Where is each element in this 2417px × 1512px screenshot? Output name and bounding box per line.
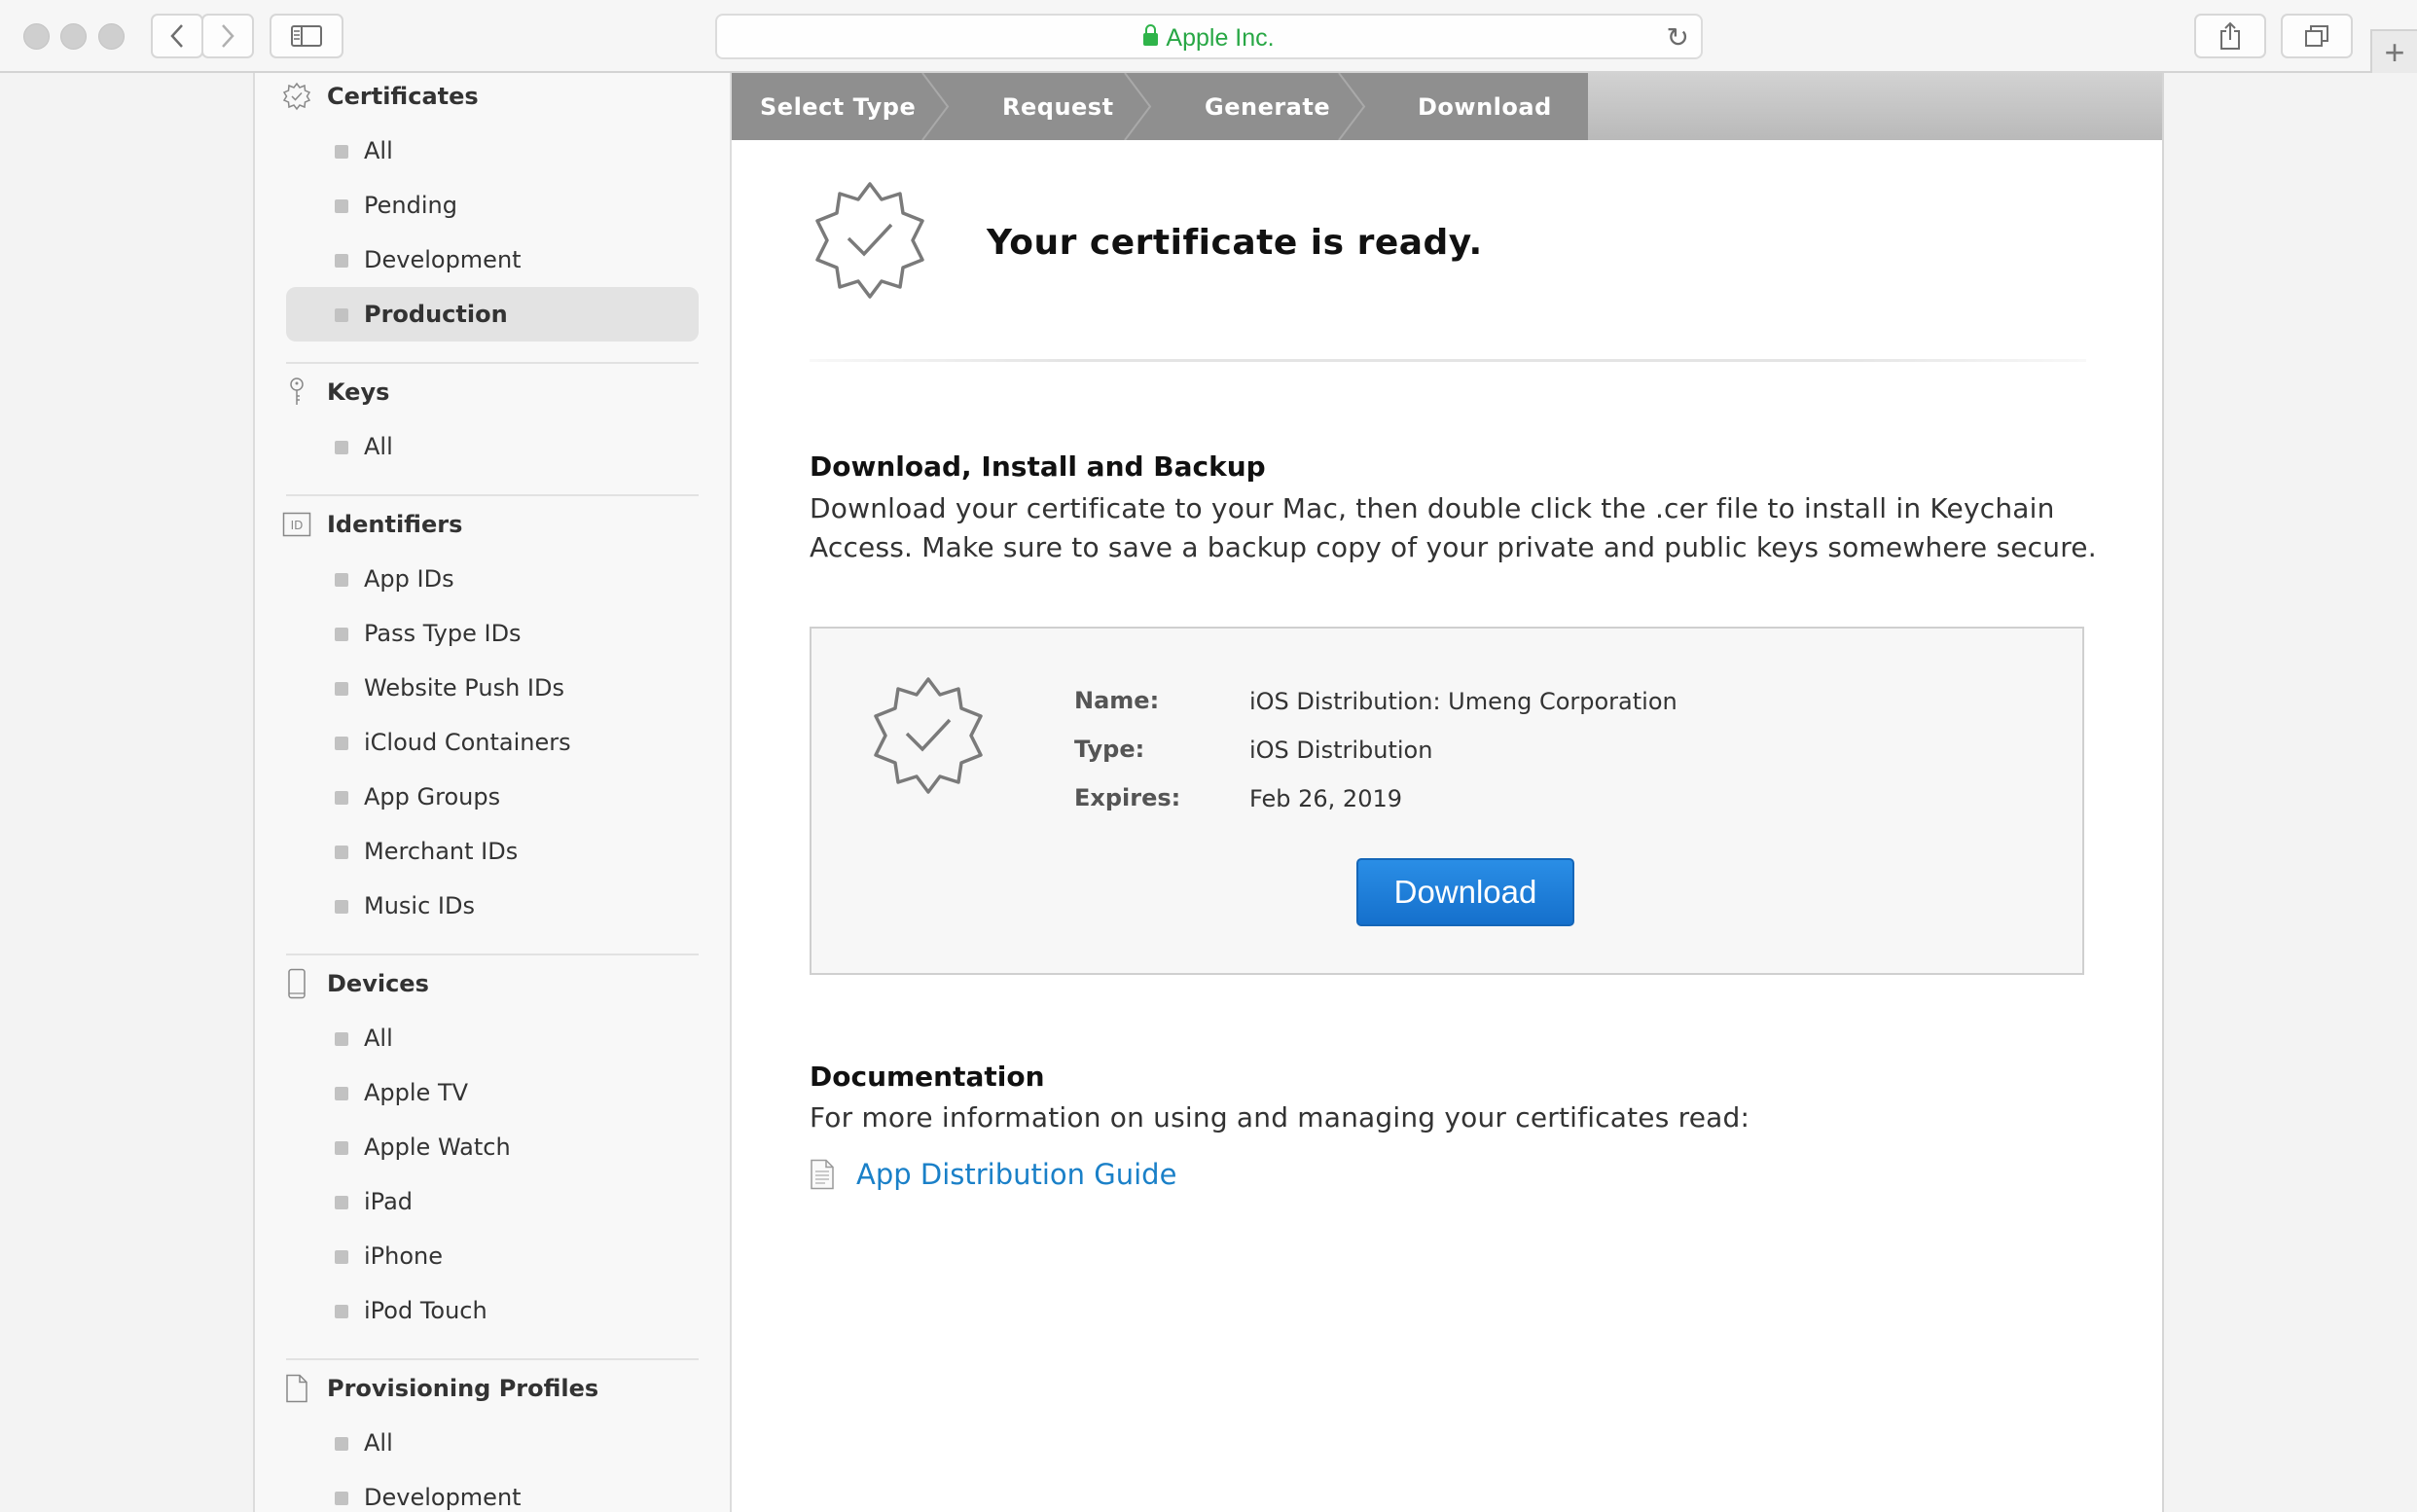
step-request: Request	[1002, 92, 1114, 121]
link-text: App Distribution Guide	[856, 1158, 1177, 1191]
tabs-icon	[2305, 25, 2328, 47]
section-keys[interactable]: Keys	[282, 373, 389, 412]
sidebar-item-keys-all[interactable]: All	[286, 419, 699, 474]
divider	[286, 954, 699, 955]
svg-text:ID: ID	[291, 519, 304, 532]
sidebar-item-ipad[interactable]: iPad	[286, 1174, 699, 1229]
page-title: Your certificate is ready.	[987, 223, 1483, 263]
type-value: iOS Distribution	[1249, 737, 1433, 764]
main-content: Select Type Request Generate Download Yo…	[732, 73, 2164, 1512]
sidebar-item-development[interactable]: Development	[286, 233, 699, 287]
divider	[810, 359, 2086, 362]
forward-button[interactable]	[201, 14, 254, 58]
certificate-badge-icon	[874, 677, 983, 794]
address-bar[interactable]: Apple Inc. ↻	[715, 14, 1703, 59]
sidebar-item-music-ids[interactable]: Music IDs	[286, 879, 699, 933]
section-title: Provisioning Profiles	[327, 1375, 599, 1402]
sidebar-item-devices-all[interactable]: All	[286, 1011, 699, 1065]
id-card-icon: ID	[282, 510, 311, 539]
sidebar-item-icloud-containers[interactable]: iCloud Containers	[286, 715, 699, 770]
app-distribution-guide-link[interactable]: App Distribution Guide	[810, 1158, 1176, 1191]
divider	[286, 362, 699, 364]
sidebar-item-pass-type-ids[interactable]: Pass Type IDs	[286, 606, 699, 661]
step-chevron-icon	[1338, 73, 1366, 140]
sidebar-icon	[291, 25, 322, 47]
document-icon	[811, 1159, 834, 1190]
new-tab-button[interactable]: +	[2370, 29, 2417, 73]
type-label: Type:	[1074, 736, 1145, 763]
section-title: Identifiers	[327, 511, 463, 538]
sidebar-item-app-ids[interactable]: App IDs	[286, 552, 699, 606]
expires-label: Expires:	[1074, 784, 1181, 811]
browser-toolbar: Apple Inc. ↻ +	[0, 0, 2417, 73]
chevron-right-icon	[222, 24, 234, 48]
chevron-left-icon	[170, 24, 183, 48]
close-window-button[interactable]	[23, 23, 50, 50]
sidebar-item-ipod-touch[interactable]: iPod Touch	[286, 1283, 699, 1338]
section-certificates[interactable]: Certificates	[282, 77, 479, 116]
section-provisioning-profiles[interactable]: Provisioning Profiles	[282, 1369, 598, 1408]
zoom-window-button[interactable]	[98, 23, 125, 50]
key-icon	[282, 378, 311, 407]
sidebar-item-pending[interactable]: Pending	[286, 178, 699, 233]
back-button[interactable]	[151, 14, 203, 58]
sidebar-item-production[interactable]: Production	[286, 287, 699, 342]
install-heading: Download, Install and Backup	[810, 450, 1266, 483]
share-button[interactable]	[2194, 14, 2266, 58]
phone-icon	[282, 968, 311, 999]
step-bar: Select Type Request Generate Download	[732, 73, 2162, 140]
expires-value: Feb 26, 2019	[1249, 785, 1402, 812]
name-label: Name:	[1074, 687, 1160, 714]
section-identifiers[interactable]: ID Identifiers	[282, 505, 462, 544]
sidebar: Certificates All Pending Development Pro…	[253, 73, 732, 1512]
download-button[interactable]: Download	[1356, 858, 1574, 926]
reload-icon[interactable]: ↻	[1667, 21, 1689, 54]
sidebar-item-app-groups[interactable]: App Groups	[286, 770, 699, 824]
install-line-2: Access. Make sure to save a backup copy …	[810, 531, 2097, 563]
name-value: iOS Distribution: Umeng Corporation	[1249, 688, 1677, 715]
certificate-badge-icon	[282, 82, 311, 111]
step-download: Download	[1418, 92, 1552, 121]
section-title: Devices	[327, 970, 429, 997]
section-title: Keys	[327, 378, 390, 406]
share-icon	[2220, 21, 2240, 50]
install-line-1: Download your certificate to your Mac, t…	[810, 492, 2055, 524]
sidebar-item-profiles-development[interactable]: Development	[286, 1470, 699, 1512]
documentation-heading: Documentation	[810, 1061, 1045, 1093]
address-text: Apple Inc.	[1166, 24, 1275, 52]
section-devices[interactable]: Devices	[282, 964, 429, 1003]
lock-icon	[1143, 24, 1159, 46]
sidebar-item-profiles-all[interactable]: All	[286, 1416, 699, 1470]
show-tabs-button[interactable]	[2281, 14, 2353, 58]
sidebar-item-certificates-all[interactable]: All	[286, 124, 699, 178]
divider	[286, 1358, 699, 1360]
document-icon	[282, 1374, 311, 1403]
step-chevron-icon	[1124, 73, 1152, 140]
step-generate: Generate	[1205, 92, 1331, 121]
step-select-type: Select Type	[760, 92, 917, 121]
certificate-badge-icon	[815, 182, 924, 299]
sidebar-toggle-button[interactable]	[270, 14, 343, 58]
certificate-details-panel: Name: iOS Distribution: Umeng Corporatio…	[810, 627, 2084, 975]
sidebar-item-website-push-ids[interactable]: Website Push IDs	[286, 661, 699, 715]
minimize-window-button[interactable]	[60, 23, 87, 50]
sidebar-item-iphone[interactable]: iPhone	[286, 1229, 699, 1283]
sidebar-item-apple-tv[interactable]: Apple TV	[286, 1065, 699, 1120]
divider	[286, 494, 699, 496]
documentation-text: For more information on using and managi…	[810, 1101, 1750, 1134]
section-title: Certificates	[327, 83, 479, 110]
sidebar-item-apple-watch[interactable]: Apple Watch	[286, 1120, 699, 1174]
sidebar-item-merchant-ids[interactable]: Merchant IDs	[286, 824, 699, 879]
step-chevron-icon	[921, 73, 950, 140]
